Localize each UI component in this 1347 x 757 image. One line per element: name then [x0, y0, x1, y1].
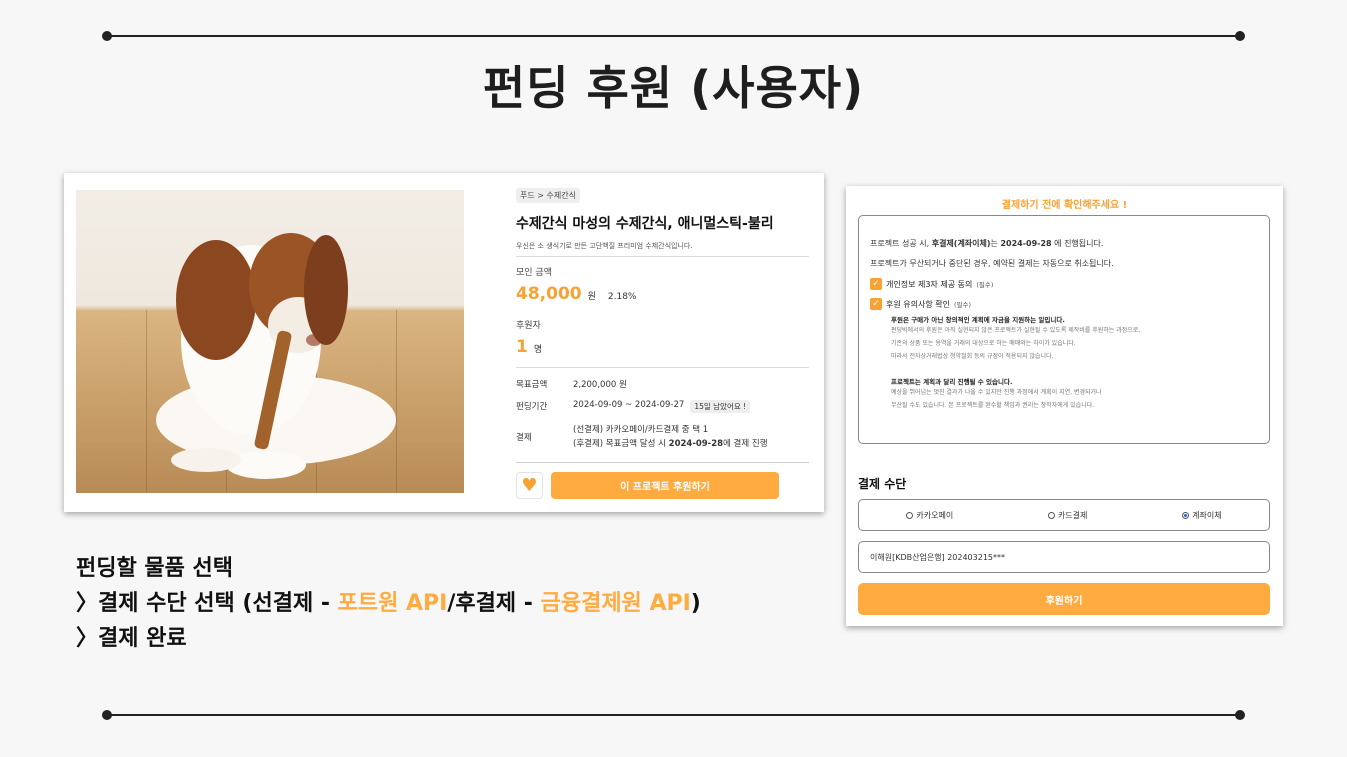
account-field[interactable]: 이해원[KDB산업은행] 202403215*** — [858, 541, 1270, 573]
radio-selected-icon — [1182, 511, 1190, 519]
period-label: 펀딩기간 — [516, 402, 548, 412]
step-2: 〉결제 수단 선택 (선결제 - 포트원 API/후결제 - 금융결제원 API… — [76, 591, 701, 616]
product-title: 수제간식 마성의 수제간식, 애니멀스틱-불리 — [516, 216, 774, 232]
step-1: 펀딩할 물품 선택 — [76, 556, 233, 581]
period-value: 2024-09-09 ~ 2024-09-27 — [573, 400, 685, 410]
consent-notice[interactable]: ✓ 후원 유의사항 확인 (필수) — [870, 298, 1258, 310]
action-row: ♥ 이 프로젝트 후원하기 — [516, 462, 809, 500]
product-card: 푸드 > 수제간식 수제간식 마성의 수제간식, 애니멀스틱-불리 우신은 소 … — [64, 173, 824, 512]
payment-notice-header: 결제하기 전에 확인해주세요 ! — [1001, 200, 1128, 211]
like-button[interactable]: ♥ — [516, 472, 543, 499]
support-project-button[interactable]: 이 프로젝트 후원하기 — [551, 472, 779, 499]
notice-fine-print: 후원은 구매가 아닌 창의적인 계획에 자금을 지원하는 일입니다. 펀딩빅에서… — [891, 316, 1141, 409]
payment-notice-box: 프로젝트 성공 시, 후결제(계좌이체)는 2024-09-28 에 진행됩니다… — [858, 215, 1270, 444]
top-divider — [102, 31, 1245, 41]
pay-button[interactable]: 후원하기 — [858, 583, 1270, 615]
notice-line-2: 프로젝트가 무산되거나 중단된 경우, 예약된 결제는 자동으로 취소됩니다. — [870, 259, 1114, 268]
product-info: 푸드 > 수제간식 수제간식 마성의 수제간식, 애니멀스틱-불리 우신은 소 … — [516, 183, 809, 451]
product-subtitle: 우신은 소 생식기로 만든 고단백질 프리미엄 수제간식입니다. — [516, 241, 809, 257]
goal-row: 목표금액 2,200,000 원 — [516, 378, 809, 390]
payment-line1: (선결제) 카카오페이/카드결제 중 택 1 — [573, 425, 709, 435]
payment-line2: (후결제) 목표금액 달성 시 2024-09-28에 결제 진행 — [573, 439, 768, 449]
method-card[interactable]: 카드결제 — [1047, 510, 1087, 521]
notice-line-1: 프로젝트 성공 시, 후결제(계좌이체)는 2024-09-28 에 진행됩니다… — [870, 239, 1104, 248]
heart-icon: ♥ — [521, 475, 538, 496]
payment-row: 결제 (선결제) 카카오페이/카드결제 중 택 1 (후결제) 목표금액 달성 … — [516, 423, 809, 451]
checkbox-checked-icon[interactable]: ✓ — [870, 278, 882, 290]
goal-label: 목표금액 — [516, 380, 548, 390]
payment-method-label: 결제 수단 — [858, 477, 907, 491]
payment-label: 결제 — [516, 433, 532, 443]
breadcrumb[interactable]: 푸드 > 수제간식 — [516, 188, 580, 203]
method-bank-transfer[interactable]: 계좌이체 — [1182, 510, 1222, 521]
payment-method-selector: 카카오페이 카드결제 계좌이체 — [858, 499, 1270, 531]
raised-amount: 48,000 — [516, 284, 582, 304]
supporters-label: 후원자 — [516, 321, 541, 331]
consent-privacy[interactable]: ✓ 개인정보 제3자 제공 동의 (필수) — [870, 278, 1258, 290]
step-3: 〉결제 완료 — [76, 626, 187, 651]
payment-card: 결제하기 전에 확인해주세요 ! 프로젝트 성공 시, 후결제(계좌이체)는 2… — [846, 186, 1283, 626]
radio-icon — [906, 511, 914, 519]
raised-label: 모인 금액 — [516, 268, 552, 278]
dog-illustration — [156, 233, 396, 479]
period-badge: 15일 남았어요 ! — [690, 400, 751, 413]
method-kakaopay[interactable]: 카카오페이 — [906, 510, 953, 521]
flow-steps: 펀딩할 물품 선택 〉결제 수단 선택 (선결제 - 포트원 API/후결제 -… — [76, 551, 701, 656]
checkbox-checked-icon[interactable]: ✓ — [870, 298, 882, 310]
goal-value: 2,200,000 원 — [573, 380, 627, 390]
product-image — [76, 190, 464, 493]
supporters-count: 1 — [516, 337, 528, 357]
raised-percent: 2.18% — [607, 292, 637, 302]
slide-title: 펀딩 후원 (사용자) — [482, 61, 865, 115]
supporters-unit: 명 — [533, 345, 543, 355]
period-row: 펀딩기간 2024-09-09 ~ 2024-09-27 15일 남았어요 ! — [516, 400, 809, 413]
radio-icon — [1047, 511, 1055, 519]
bottom-divider — [102, 710, 1245, 720]
raised-unit: 원 — [587, 292, 596, 302]
